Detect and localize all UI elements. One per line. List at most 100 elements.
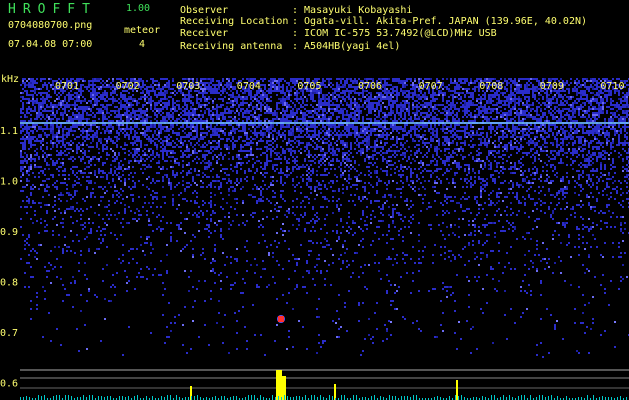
spectrum-bar xyxy=(101,396,102,400)
time-tick-label: 0701 xyxy=(55,81,79,92)
spectrum-bar xyxy=(305,395,306,400)
spectrum-bar xyxy=(521,395,522,400)
receiver-value: : ICOM IC-575 53.7492(@LCD)MHz USB xyxy=(292,28,497,39)
frequency-tick-label: 0.9 xyxy=(0,227,18,238)
spectrum-bar xyxy=(437,396,438,400)
meteor-count-value: 4 xyxy=(139,39,146,50)
time-tick-label: 0702 xyxy=(116,81,140,92)
spectrum-bar xyxy=(233,396,234,400)
spectrum-peak xyxy=(334,384,336,400)
receiver-label: Receiver xyxy=(180,28,229,39)
capture-datetime: 07.04.08 07:00 xyxy=(8,39,93,50)
frequency-tick-label: 0.7 xyxy=(0,328,18,339)
spectrum-bar xyxy=(146,396,147,400)
frequency-tick-label: 0.8 xyxy=(0,278,18,289)
meteor-echo xyxy=(390,321,392,323)
frequency-tick-label: 1.1 xyxy=(0,126,18,137)
time-tick-label: 0707 xyxy=(419,81,443,92)
spectrum-bar xyxy=(134,396,135,400)
spectrum-bar xyxy=(197,395,198,400)
time-tick-label: 0704 xyxy=(237,81,261,92)
time-tick-label: 0703 xyxy=(176,81,200,92)
spectrum-bar xyxy=(539,395,540,400)
spectrum-bar xyxy=(44,395,45,400)
spectrum-bar xyxy=(353,395,354,400)
meteor-echo-core xyxy=(278,316,284,322)
spectrum-bar xyxy=(416,395,417,400)
spectrum-bar xyxy=(92,395,93,400)
time-tick-label: 0705 xyxy=(297,81,321,92)
spectrum-bar xyxy=(59,395,60,400)
spectrum-bar xyxy=(71,396,72,400)
spectrum-bar xyxy=(392,396,393,400)
spectrum-bar xyxy=(458,396,459,400)
meteor-count-label: meteor xyxy=(124,25,161,36)
location-value: : Ogata-vill. Akita-Pref. JAPAN (139.96E… xyxy=(292,16,588,27)
spectrum-bar xyxy=(356,395,357,400)
spectrum-bar xyxy=(320,395,321,400)
frequency-tick-label: 0.6 xyxy=(0,379,18,390)
spectrum-bar xyxy=(236,396,237,400)
spectrum-bar xyxy=(248,395,249,400)
time-tick-label: 0708 xyxy=(479,81,503,92)
spectrogram-canvas: 0701 0702 0703 0704 0705 0706 0707 0708 0709 0710… xyxy=(0,78,629,400)
spectrum-bar xyxy=(401,396,402,400)
spectrum-bar xyxy=(374,395,375,400)
spectrum-bar xyxy=(53,396,54,400)
spectrum-bar xyxy=(548,396,549,400)
time-tick-label: 0706 xyxy=(358,81,382,92)
frequency-tick-label: 1.0 xyxy=(0,177,18,188)
spectrum-bar xyxy=(176,395,177,400)
app-version: 1.00 xyxy=(126,3,151,14)
spectrum-bar xyxy=(311,395,312,400)
spectrum-bar xyxy=(371,396,372,400)
spectrum-bar xyxy=(26,396,27,400)
spectrum-bar xyxy=(68,395,69,400)
frequency-unit-label: kHz xyxy=(1,74,20,85)
spectrum-bar xyxy=(395,396,396,400)
spectrum-bar xyxy=(224,396,225,400)
time-tick-label: 0710 xyxy=(600,81,624,92)
hrofft-window: HROFFT 1.00 0704080700.png 07.04.08 07:0… xyxy=(0,0,629,400)
spectrum-bar xyxy=(107,396,108,400)
spectrum-bar xyxy=(119,396,120,400)
spectrum-bar xyxy=(296,396,297,400)
file-name: 0704080700.png xyxy=(8,20,93,31)
spectrum-peak xyxy=(456,380,458,400)
carrier-line xyxy=(20,122,629,124)
spectrum-bar xyxy=(413,395,414,400)
observer-label: Observer xyxy=(180,5,229,16)
spectrum-bar xyxy=(83,395,84,400)
observer-value: : Masayuki Kobayashi xyxy=(292,5,413,16)
spectrum-bar xyxy=(194,396,195,400)
meteor-echo xyxy=(556,320,558,322)
spectrum-bar xyxy=(170,395,171,400)
spectrum-bar xyxy=(254,395,255,400)
spectrum-bar xyxy=(332,396,333,400)
spectrogram-waterfall: 0701 0702 0703 0704 0705 0706 0707 0708 0709 0710… xyxy=(0,78,629,400)
time-tick-label: 0709 xyxy=(540,81,564,92)
spectrum-bar xyxy=(161,396,162,400)
spectrum-bar xyxy=(449,396,450,400)
spectrum-bar xyxy=(509,395,510,400)
spectrum-bar xyxy=(551,395,552,400)
spectrum-bar xyxy=(65,395,66,400)
spectrum-bar xyxy=(284,395,285,400)
spectrum-bar xyxy=(137,395,138,400)
spectrum-bar xyxy=(491,395,492,400)
meteor-echo xyxy=(614,321,616,323)
spectrum-bar xyxy=(494,395,495,400)
spectrum-bar xyxy=(191,396,192,400)
spectrum-bar xyxy=(41,396,42,400)
spectrum-bar xyxy=(278,396,279,400)
meteor-echo xyxy=(335,322,337,324)
spectrum-bar xyxy=(329,395,330,400)
spectrum-bar xyxy=(122,396,123,400)
spectrum-peak xyxy=(276,370,282,400)
spectrum-bar xyxy=(620,396,621,400)
spectrum-bar xyxy=(587,395,588,400)
spectrum-bar xyxy=(557,396,558,400)
spectrum-bar xyxy=(38,395,39,400)
spectrum-bar xyxy=(251,395,252,400)
spectrum-bar xyxy=(344,395,345,400)
